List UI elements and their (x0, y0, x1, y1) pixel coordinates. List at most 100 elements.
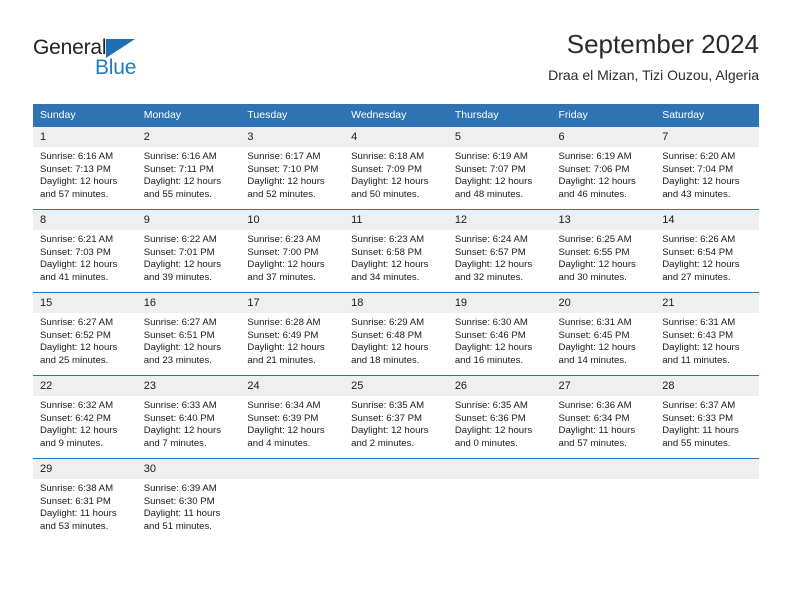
sunrise-text: Sunrise: 6:32 AM (40, 400, 114, 411)
day-cell[interactable]: 17 Sunrise: 6:28 AM Sunset: 6:49 PM Dayl… (240, 292, 345, 376)
day-cell[interactable]: 6 Sunrise: 6:19 AM Sunset: 7:06 PM Dayli… (551, 126, 656, 210)
day-number: 26 (447, 376, 552, 396)
calendar-week-row: 22 Sunrise: 6:32 AM Sunset: 6:42 PM Dayl… (33, 375, 759, 459)
weekday-header-tuesday: Tuesday (240, 104, 345, 127)
day-details (655, 479, 759, 483)
daylight-text-line1: Daylight: 12 hours (558, 342, 636, 354)
day-number: 8 (33, 210, 137, 230)
sunrise-text: Sunrise: 6:16 AM (40, 151, 114, 162)
daylight-text-line2: and 14 minutes. (558, 354, 627, 366)
day-number: 1 (33, 127, 137, 147)
day-details: Sunrise: 6:17 AM Sunset: 7:10 PM Dayligh… (240, 147, 344, 201)
day-details (552, 479, 656, 483)
day-details: Sunrise: 6:30 AM Sunset: 6:46 PM Dayligh… (448, 313, 552, 367)
daylight-text-line1: Daylight: 12 hours (40, 259, 118, 271)
day-details: Sunrise: 6:29 AM Sunset: 6:48 PM Dayligh… (344, 313, 448, 367)
day-cell[interactable]: 21 Sunrise: 6:31 AM Sunset: 6:43 PM Dayl… (655, 292, 759, 376)
sunset-text: Sunset: 7:11 PM (143, 163, 214, 175)
calendar-header-row: Sunday Monday Tuesday Wednesday Thursday… (33, 104, 759, 127)
sunrise-text: Sunrise: 6:33 AM (143, 400, 217, 411)
day-details: Sunrise: 6:16 AM Sunset: 7:11 PM Dayligh… (137, 147, 241, 201)
day-cell[interactable]: 29 Sunrise: 6:38 AM Sunset: 6:31 PM Dayl… (33, 458, 137, 541)
day-cell[interactable]: 24 Sunrise: 6:34 AM Sunset: 6:39 PM Dayl… (240, 375, 345, 459)
day-cell[interactable]: 25 Sunrise: 6:35 AM Sunset: 6:37 PM Dayl… (344, 375, 448, 459)
sunrise-text: Sunrise: 6:24 AM (454, 234, 528, 245)
day-cell[interactable]: 4 Sunrise: 6:18 AM Sunset: 7:09 PM Dayli… (344, 126, 448, 210)
daylight-text-line1: Daylight: 12 hours (40, 342, 118, 354)
day-number: 9 (136, 210, 241, 230)
day-number (344, 459, 448, 479)
day-cell[interactable]: 16 Sunrise: 6:27 AM Sunset: 6:51 PM Dayl… (136, 292, 241, 376)
day-details: Sunrise: 6:27 AM Sunset: 6:51 PM Dayligh… (137, 313, 241, 367)
sunrise-text: Sunrise: 6:16 AM (143, 151, 217, 162)
day-number: 17 (240, 293, 345, 313)
calendar-week-row: 8 Sunrise: 6:21 AM Sunset: 7:03 PM Dayli… (33, 209, 759, 293)
day-details: Sunrise: 6:19 AM Sunset: 7:06 PM Dayligh… (552, 147, 656, 201)
daylight-text-line2: and 18 minutes. (351, 354, 420, 366)
day-cell[interactable]: 15 Sunrise: 6:27 AM Sunset: 6:52 PM Dayl… (33, 292, 137, 376)
sunrise-text: Sunrise: 6:31 AM (662, 317, 736, 328)
sunset-text: Sunset: 7:09 PM (351, 163, 423, 175)
daylight-text-line1: Daylight: 12 hours (454, 342, 533, 354)
daylight-text-line2: and 11 minutes. (662, 354, 730, 366)
day-cell[interactable]: 23 Sunrise: 6:33 AM Sunset: 6:40 PM Dayl… (136, 375, 241, 459)
day-cell-empty (344, 458, 448, 541)
day-details: Sunrise: 6:35 AM Sunset: 6:37 PM Dayligh… (344, 396, 448, 450)
sunset-text: Sunset: 6:48 PM (351, 329, 423, 341)
sunset-text: Sunset: 6:34 PM (558, 412, 630, 424)
day-cell[interactable]: 27 Sunrise: 6:36 AM Sunset: 6:34 PM Dayl… (551, 375, 656, 459)
day-cell[interactable]: 10 Sunrise: 6:23 AM Sunset: 7:00 PM Dayl… (240, 209, 345, 293)
day-details (344, 479, 448, 483)
day-cell[interactable]: 13 Sunrise: 6:25 AM Sunset: 6:55 PM Dayl… (551, 209, 656, 293)
day-cell[interactable]: 22 Sunrise: 6:32 AM Sunset: 6:42 PM Dayl… (33, 375, 137, 459)
day-details: Sunrise: 6:20 AM Sunset: 7:04 PM Dayligh… (655, 147, 759, 201)
day-cell[interactable]: 14 Sunrise: 6:26 AM Sunset: 6:54 PM Dayl… (655, 209, 759, 293)
day-details: Sunrise: 6:36 AM Sunset: 6:34 PM Dayligh… (552, 396, 656, 450)
daylight-text-line2: and 21 minutes. (247, 354, 316, 366)
calendar-body: 1 Sunrise: 6:16 AM Sunset: 7:13 PM Dayli… (33, 126, 759, 541)
daylight-text-line2: and 46 minutes. (558, 188, 627, 200)
general-blue-logo[interactable]: General Blue (33, 36, 163, 84)
daylight-text-line2: and 37 minutes. (247, 271, 316, 283)
day-cell[interactable]: 30 Sunrise: 6:39 AM Sunset: 6:30 PM Dayl… (136, 458, 241, 541)
day-number: 30 (136, 459, 241, 479)
sunrise-text: Sunrise: 6:34 AM (247, 400, 321, 411)
daylight-text-line1: Daylight: 12 hours (454, 176, 533, 188)
daylight-text-line2: and 2 minutes. (351, 437, 415, 449)
day-cell-empty (551, 458, 656, 541)
page-title: September 2024 (566, 29, 759, 59)
day-cell[interactable]: 9 Sunrise: 6:22 AM Sunset: 7:01 PM Dayli… (136, 209, 241, 293)
sunrise-text: Sunrise: 6:37 AM (662, 400, 736, 411)
page-header: General Blue September 2024 Draa el Miza… (33, 28, 759, 90)
day-number: 10 (240, 210, 345, 230)
day-details: Sunrise: 6:35 AM Sunset: 6:36 PM Dayligh… (448, 396, 552, 450)
weekday-header-sunday: Sunday (33, 104, 137, 127)
day-cell[interactable]: 1 Sunrise: 6:16 AM Sunset: 7:13 PM Dayli… (33, 126, 137, 210)
day-cell[interactable]: 8 Sunrise: 6:21 AM Sunset: 7:03 PM Dayli… (33, 209, 137, 293)
day-cell[interactable]: 12 Sunrise: 6:24 AM Sunset: 6:57 PM Dayl… (447, 209, 552, 293)
daylight-text-line1: Daylight: 12 hours (143, 425, 222, 437)
day-cell[interactable]: 26 Sunrise: 6:35 AM Sunset: 6:36 PM Dayl… (447, 375, 552, 459)
daylight-text-line2: and 55 minutes. (143, 188, 212, 200)
page-subtitle: Draa el Mizan, Tizi Ouzou, Algeria (548, 67, 759, 83)
sunset-text: Sunset: 7:03 PM (40, 246, 111, 258)
day-cell[interactable]: 2 Sunrise: 6:16 AM Sunset: 7:11 PM Dayli… (136, 126, 241, 210)
day-cell-empty (655, 458, 759, 541)
sunrise-text: Sunrise: 6:31 AM (558, 317, 632, 328)
day-cell[interactable]: 20 Sunrise: 6:31 AM Sunset: 6:45 PM Dayl… (551, 292, 656, 376)
sunset-text: Sunset: 6:40 PM (143, 412, 215, 424)
day-cell[interactable]: 5 Sunrise: 6:19 AM Sunset: 7:07 PM Dayli… (447, 126, 552, 210)
day-cell[interactable]: 28 Sunrise: 6:37 AM Sunset: 6:33 PM Dayl… (655, 375, 759, 459)
day-cell[interactable]: 3 Sunrise: 6:17 AM Sunset: 7:10 PM Dayli… (240, 126, 345, 210)
daylight-text-line1: Daylight: 11 hours (662, 425, 739, 437)
daylight-text-line1: Daylight: 12 hours (558, 259, 636, 271)
daylight-text-line2: and 30 minutes. (558, 271, 627, 283)
daylight-text-line2: and 39 minutes. (143, 271, 212, 283)
day-cell[interactable]: 19 Sunrise: 6:30 AM Sunset: 6:46 PM Dayl… (447, 292, 552, 376)
day-cell[interactable]: 11 Sunrise: 6:23 AM Sunset: 6:58 PM Dayl… (344, 209, 448, 293)
day-cell[interactable]: 18 Sunrise: 6:29 AM Sunset: 6:48 PM Dayl… (344, 292, 448, 376)
daylight-text-line1: Daylight: 12 hours (351, 259, 429, 271)
sunrise-text: Sunrise: 6:23 AM (351, 234, 425, 245)
daylight-text-line2: and 0 minutes. (454, 437, 518, 449)
day-cell[interactable]: 7 Sunrise: 6:20 AM Sunset: 7:04 PM Dayli… (655, 126, 759, 210)
